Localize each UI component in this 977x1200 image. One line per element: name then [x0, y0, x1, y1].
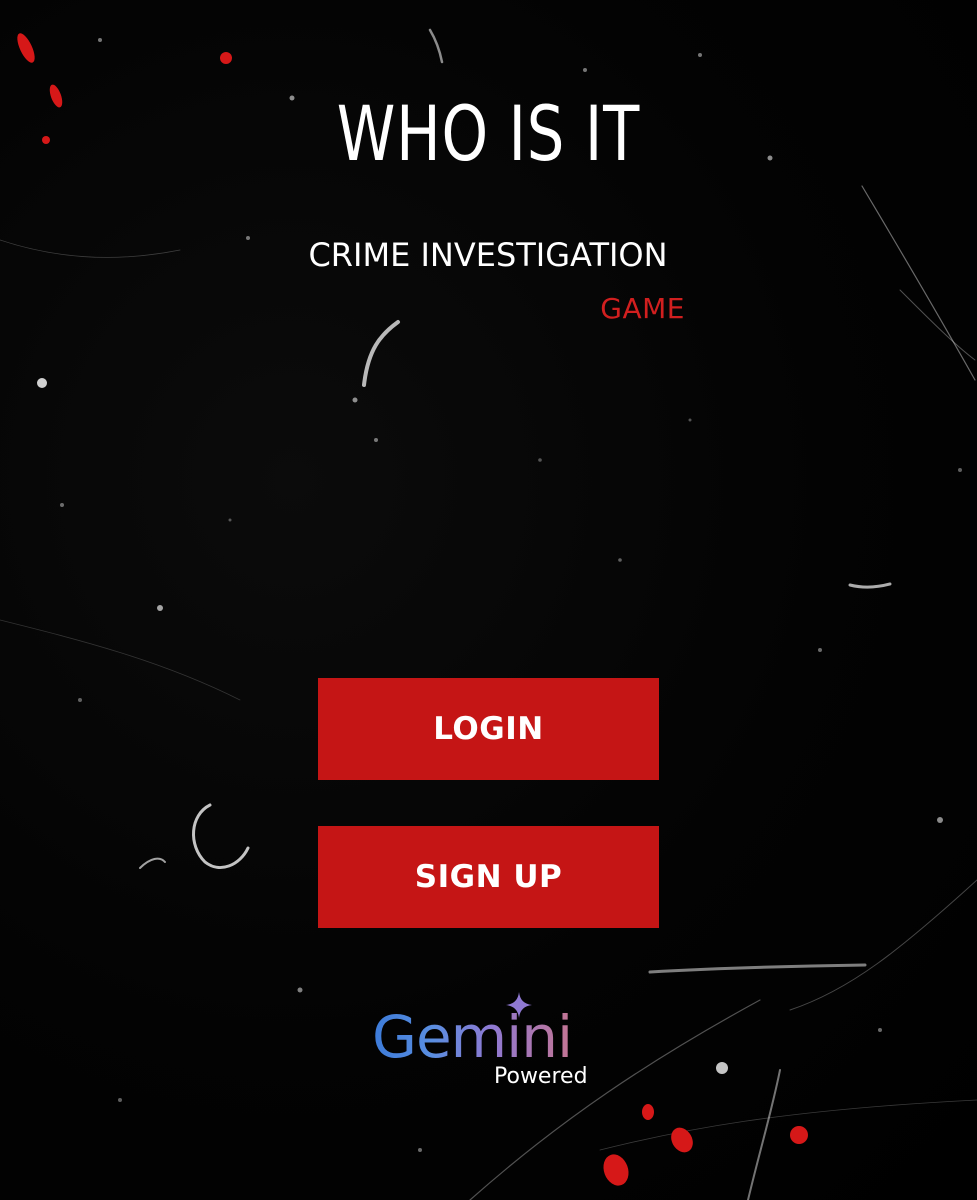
game-title: WHO IS IT — [336, 89, 641, 178]
game-subtitle: CRIME INVESTIGATION — [308, 236, 668, 274]
login-button[interactable]: LOGIN — [318, 678, 659, 780]
gemini-logo-text: Gemini — [372, 1003, 573, 1071]
game-tag: GAME — [600, 292, 685, 325]
powered-label: Powered — [494, 1064, 588, 1089]
signup-button[interactable]: SIGN UP — [318, 826, 659, 928]
start-screen: WHO IS IT CRIME INVESTIGATION GAME LOGIN… — [0, 0, 977, 1200]
gemini-powered-badge: Gemini Powered — [372, 990, 612, 1100]
